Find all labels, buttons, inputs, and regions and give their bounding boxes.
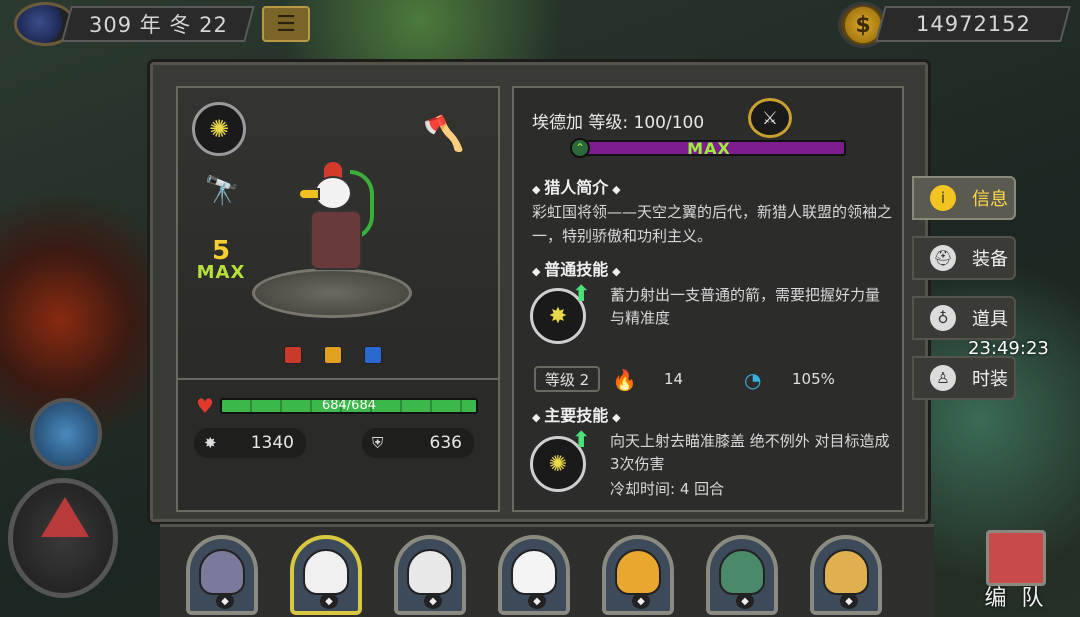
hero-4-portrait — [511, 549, 557, 595]
tab-equipment[interactable]: ⛑ 装备 — [912, 236, 1016, 280]
class-icon: ◆ — [320, 593, 338, 609]
class-badge-icon[interactable]: ✺ — [192, 102, 246, 156]
hero-7-portrait — [823, 549, 869, 595]
bag-icon: ♁ — [930, 305, 956, 331]
defense-stat: ⛨ 636 — [362, 428, 474, 458]
clock: 23:49:23 — [968, 338, 1049, 359]
hero-roster: ◆ ◆ ◆ ◆ ◆ ◆ ◆ — [160, 524, 934, 617]
top-bar: 309 年 冬 22 ☰ $ 14972152 — [0, 0, 1080, 50]
star-rank-number: 5 — [211, 236, 231, 266]
roster-hero-4[interactable]: ◆ — [498, 535, 570, 615]
main-skill-upgrade-icon[interactable]: ⬆ — [572, 428, 590, 453]
main-skill-text: 向天上射去瞄准膝盖 绝不例外 对目标造成3次伤害 — [610, 432, 890, 473]
hero-2-portrait — [303, 549, 349, 595]
normal-skill-upgrade-icon[interactable]: ⬆ — [572, 282, 590, 307]
stats-area: ♥ 684/684 ✸ 1340 ⛨ 636 — [178, 378, 498, 510]
trait-red-icon[interactable] — [284, 346, 302, 364]
roster-hero-1[interactable]: ◆ — [186, 535, 258, 615]
cooldown-text: 冷却时间: 4 回合 — [610, 480, 725, 498]
star-rank-badge: 5 MAX — [188, 238, 254, 290]
normal-skill-title: 普通技能 — [532, 256, 621, 280]
trait-blue-icon[interactable] — [364, 346, 382, 364]
class-icon: ◆ — [528, 593, 546, 609]
hp-row: ♥ 684/684 — [196, 394, 478, 418]
roster-hero-7[interactable]: ◆ — [810, 535, 882, 615]
hp-text: 684/684 — [321, 398, 376, 413]
tab-equipment-label: 装备 — [972, 249, 1008, 270]
gold-display: 14972152 — [875, 6, 1071, 42]
normal-skill-text: 蓄力射出一支普通的箭，需要把握好力量与精准度 — [610, 286, 881, 327]
roster-hero-3[interactable]: ◆ — [394, 535, 466, 615]
telescope-scroll-icon[interactable]: 🔭 — [192, 174, 252, 214]
house-icon — [41, 497, 89, 537]
fire-value: 14 — [664, 370, 684, 388]
rank-medal-icon[interactable]: ⚔ — [748, 98, 792, 138]
shield-icon: ⛨ — [372, 434, 384, 452]
hero-portrait-panel: ✺ 🔭 5 MAX 🪓 ♥ 684/684 ✸ 1340 ⛨ 636 — [176, 86, 500, 512]
team-button[interactable]: 编 队 — [966, 526, 1066, 612]
tab-items[interactable]: ♁ 道具 — [912, 296, 1016, 340]
trait-icons — [284, 346, 382, 364]
attack-stat: ✸ 1340 — [194, 428, 306, 458]
trait-yellow-icon[interactable] — [324, 346, 342, 364]
menu-icon: ☰ — [276, 11, 296, 37]
tab-info[interactable]: i 信息 — [912, 176, 1016, 220]
tab-info-label: 信息 — [972, 189, 1008, 210]
menu-button[interactable]: ☰ — [262, 6, 310, 42]
tab-costume-label: 时装 — [972, 369, 1008, 390]
hero-body — [310, 210, 362, 270]
class-icon: ◆ — [424, 593, 442, 609]
attack-value: 1340 — [250, 433, 294, 453]
heart-icon: ♥ — [196, 394, 214, 418]
attack-icon: ✸ — [204, 434, 217, 452]
hp-bar: 684/684 — [220, 398, 478, 414]
weapon-axe-icon[interactable]: 🪓 — [416, 114, 472, 164]
class-icon: ◆ — [632, 593, 650, 609]
hero-name-level: 埃德加 等级: 100/100 — [532, 113, 705, 133]
hero-figure — [292, 160, 382, 290]
home-button[interactable] — [8, 478, 118, 598]
world-map-button[interactable] — [30, 398, 102, 470]
defense-value: 636 — [429, 433, 462, 453]
swirl-icon: ◔ — [744, 368, 762, 392]
date-display: 309 年 冬 22 — [61, 6, 255, 42]
main-skill-title: 主要技能 — [532, 402, 621, 426]
level-up-arrow-icon: ⌃ — [570, 138, 590, 158]
class-icon: ◆ — [216, 593, 234, 609]
team-icon — [986, 530, 1046, 586]
intro-title: 猎人简介 — [532, 174, 621, 198]
intro-text: 彩虹国将领——天空之翼的后代，新猎人联盟的领袖之一，特别骄傲和功利主义。 — [532, 203, 893, 245]
level-bar: MAX — [572, 139, 846, 158]
fire-icon: 🔥 — [612, 368, 637, 392]
portrait-area: ✺ 🔭 5 MAX 🪓 — [178, 88, 498, 376]
tab-items-label: 道具 — [972, 309, 1008, 330]
hero-info-panel: 埃德加 等级: 100/100 ⚔ MAX ⌃ 猎人简介 彩虹国将领——天空之翼… — [512, 86, 904, 512]
swirl-value: 105% — [792, 370, 835, 388]
tab-costume[interactable]: ♙ 时装 — [912, 356, 1016, 400]
hero-3-portrait — [407, 549, 453, 595]
roster-hero-6[interactable]: ◆ — [706, 535, 778, 615]
roster-hero-5[interactable]: ◆ — [602, 535, 674, 615]
hero-beak — [298, 188, 320, 200]
hero-5-portrait — [615, 549, 661, 595]
roster-hero-2[interactable]: ◆ — [290, 535, 362, 615]
info-icon: i — [930, 185, 956, 211]
class-icon: ◆ — [736, 593, 754, 609]
game-screen: 309 年 冬 22 ☰ $ 14972152 ✺ 🔭 5 MAX 🪓 ♥ 68… — [0, 0, 1080, 617]
hero-1-portrait — [199, 549, 245, 595]
helmet-icon: ⛑ — [930, 245, 956, 271]
date-text: 309 年 冬 22 — [88, 13, 228, 37]
skill-level-tag: 等级 2 — [534, 366, 600, 392]
class-icon: ◆ — [840, 593, 858, 609]
gold-amount: 14972152 — [915, 12, 1031, 36]
star-rank-max: MAX — [196, 262, 246, 283]
shirt-icon: ♙ — [930, 365, 956, 391]
hero-6-portrait — [719, 549, 765, 595]
